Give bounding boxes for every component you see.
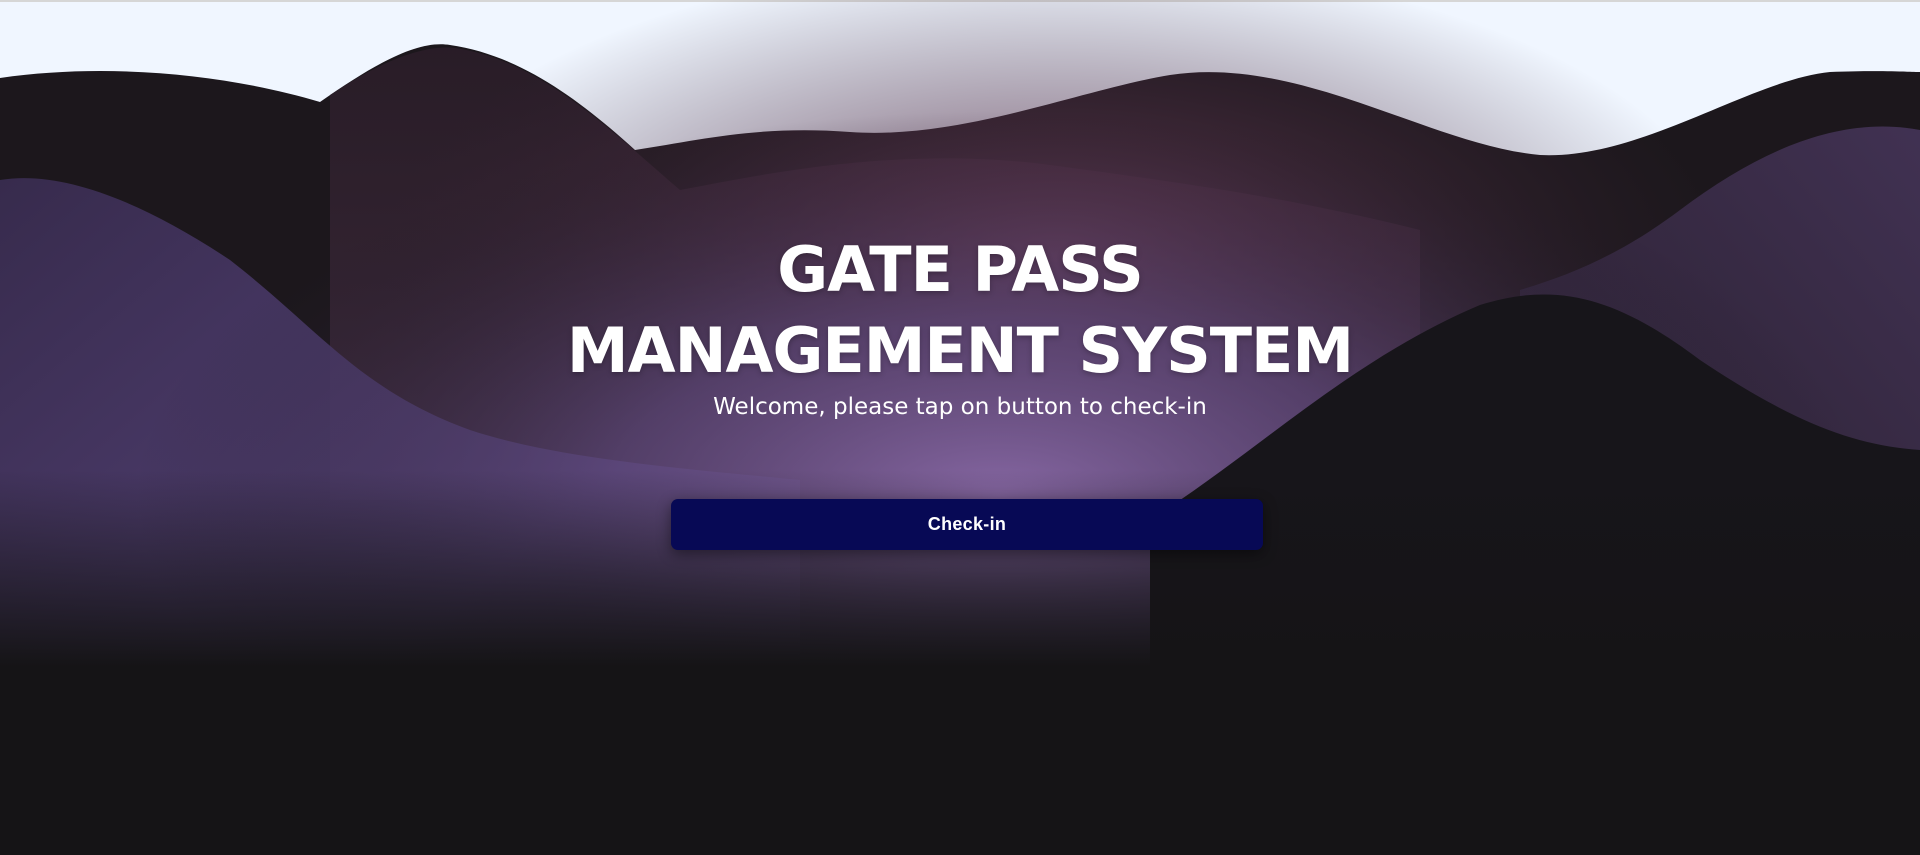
page-title-line-2: MANAGEMENT SYSTEM [566, 314, 1354, 387]
page-title-line-1: GATE PASS [777, 233, 1144, 306]
hero-section: GATE PASS MANAGEMENT SYSTEM Welcome, ple… [0, 0, 1920, 855]
welcome-subtitle: Welcome, please tap on button to check-i… [713, 394, 1207, 420]
check-in-button[interactable]: Check-in [671, 499, 1263, 550]
